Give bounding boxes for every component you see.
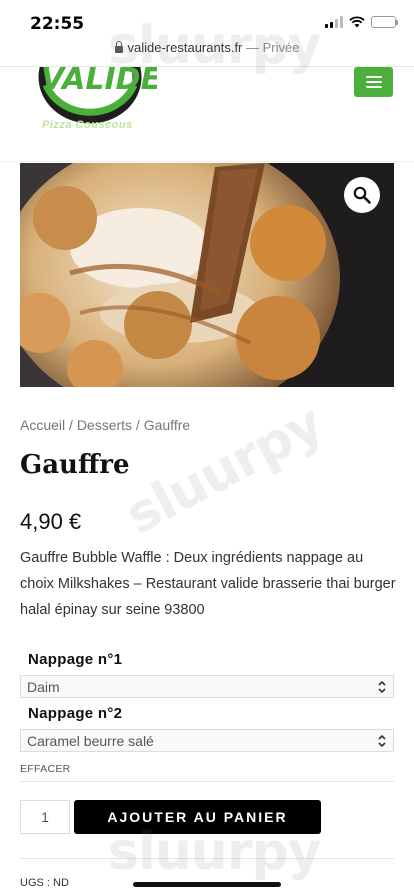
divider	[20, 858, 394, 859]
product-description: Gauffre Bubble Waffle : Deux ingrédients…	[20, 550, 396, 618]
product-image[interactable]	[20, 163, 394, 387]
product-sku: UGS : ND	[20, 877, 69, 889]
status-bar: 22:55	[0, 0, 414, 44]
variation-label-1: Nappage n°1	[28, 651, 123, 668]
battery-icon	[371, 16, 398, 28]
product-title: Gauffre	[20, 450, 130, 480]
zoom-button[interactable]	[344, 177, 380, 213]
home-indicator[interactable]	[133, 882, 281, 887]
lock-icon	[114, 41, 123, 53]
chevron-updown-icon	[378, 680, 386, 694]
nappage-1-value: Daim	[27, 679, 60, 695]
nappage-1-select[interactable]: Daim	[20, 675, 394, 698]
reset-variations-link[interactable]: EFFACER	[20, 763, 71, 775]
nappage-2-value: Caramel beurre salé	[27, 733, 154, 749]
add-to-cart-button[interactable]: AJOUTER AU PANIER	[74, 800, 321, 834]
hamburger-icon	[365, 76, 382, 78]
variation-label-2: Nappage n°2	[28, 705, 123, 722]
nappage-2-select[interactable]: Caramel beurre salé	[20, 729, 394, 752]
cellular-signal-icon	[325, 16, 343, 28]
privacy-label: Privée	[262, 40, 300, 55]
status-time: 22:55	[30, 14, 85, 34]
wifi-icon	[349, 16, 365, 28]
logo-text: VALIDE	[41, 67, 157, 97]
url-separator: —	[242, 40, 263, 55]
breadcrumb-desserts[interactable]: Desserts	[77, 417, 132, 433]
logo-tagline: Pizza Couscous	[42, 119, 133, 131]
breadcrumb: Accueil / Desserts / Gauffre	[20, 417, 190, 433]
status-icons	[325, 16, 398, 28]
breadcrumb-separator: /	[65, 417, 77, 433]
quantity-input[interactable]: 1	[20, 800, 70, 834]
breadcrumb-home[interactable]: Accueil	[20, 417, 65, 433]
breadcrumb-separator: /	[132, 417, 144, 433]
breadcrumb-current: Gauffre	[143, 417, 191, 433]
product-price: 4,90 €	[20, 509, 82, 534]
divider	[20, 781, 394, 782]
waffle-dessert-image	[20, 163, 394, 387]
chevron-updown-icon	[378, 734, 386, 748]
url-bar[interactable]: valide-restaurants.fr — Privée	[0, 40, 414, 62]
menu-button[interactable]	[354, 67, 393, 97]
search-icon	[353, 186, 371, 204]
site-header: VALIDE Pizza Couscous	[0, 67, 414, 162]
url-domain: valide-restaurants.fr	[127, 40, 243, 55]
